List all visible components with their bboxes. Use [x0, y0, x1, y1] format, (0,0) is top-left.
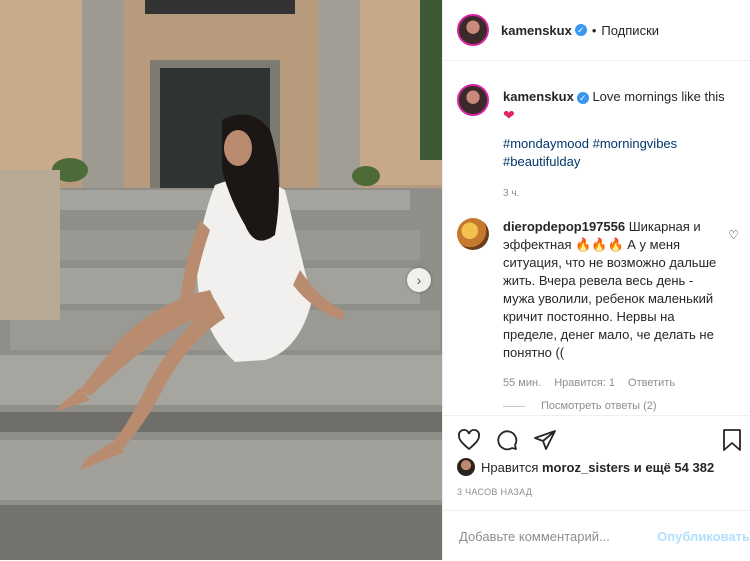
- liker-avatar[interactable]: [457, 458, 475, 476]
- post-header: kamenskux ✓ • Подписки: [443, 0, 750, 61]
- action-bar: [443, 415, 750, 462]
- likes-prefix: Нравится: [481, 459, 539, 475]
- view-replies-label[interactable]: Посмотреть ответы (2): [541, 400, 657, 412]
- photo-illustration: [0, 0, 442, 560]
- verified-badge-icon: ✓: [574, 24, 587, 36]
- view-replies[interactable]: Посмотреть ответы (2): [503, 400, 657, 412]
- liker-username[interactable]: moroz_sisters: [542, 460, 630, 475]
- header-username[interactable]: kamenskux: [501, 23, 572, 38]
- heart-emoji: ❤: [503, 107, 515, 123]
- publish-button[interactable]: Опубликовать: [657, 529, 750, 544]
- comment-time[interactable]: 55 мин.: [503, 377, 541, 389]
- paper-plane-icon[interactable]: [533, 428, 557, 452]
- caption-avatar[interactable]: [457, 84, 489, 116]
- caption-time[interactable]: 3 ч.: [503, 185, 737, 203]
- hashtag-line-2[interactable]: #beautifulday: [503, 154, 580, 169]
- replies-divider: [503, 405, 525, 407]
- separator-dot: •: [591, 22, 597, 38]
- following-button[interactable]: Подписки: [601, 23, 659, 38]
- reply-button[interactable]: Ответить: [628, 377, 675, 389]
- comment-text: Шикарная и эффектная 🔥🔥🔥 А у меня ситуац…: [503, 219, 717, 360]
- hashtag-line-1[interactable]: #mondaymood #morningvibes: [503, 136, 677, 151]
- post-caption: kamenskux ✓ Love mornings like this ❤ #mo…: [457, 84, 737, 203]
- comment-icon[interactable]: [495, 428, 519, 452]
- caption-username[interactable]: kamenskux: [503, 89, 574, 104]
- post-photo[interactable]: ›: [0, 0, 442, 560]
- caption-text: Love mornings like this: [592, 89, 725, 104]
- comment-like-heart-icon[interactable]: ♡: [728, 226, 739, 244]
- post-panel: kamenskux ✓ • Подписки kamenskux ✓ Love m…: [442, 0, 750, 560]
- heart-icon[interactable]: [457, 428, 481, 452]
- bookmark-icon[interactable]: [720, 428, 744, 452]
- comment-avatar[interactable]: [457, 218, 489, 250]
- avatar[interactable]: [457, 14, 489, 46]
- comment-body: dieropdepop197556 Шикарная и эффектная 🔥…: [503, 218, 723, 362]
- likes-summary: Нравится moroz_sisters и ещё 54 382: [457, 458, 714, 476]
- comment-username[interactable]: dieropdepop197556: [503, 219, 625, 234]
- verified-badge-icon: ✓: [576, 91, 589, 104]
- next-photo-button[interactable]: ›: [407, 268, 431, 292]
- posted-time[interactable]: 3 ЧАСОВ НАЗАД: [457, 487, 532, 497]
- chevron-right-icon: ›: [416, 272, 422, 288]
- hashtags: #mondaymood #morningvibes #beautifulday: [503, 135, 737, 171]
- comment: dieropdepop197556 Шикарная и эффектная 🔥…: [457, 218, 739, 392]
- likes-count[interactable]: и ещё 54 382: [634, 460, 714, 475]
- comment-likes[interactable]: Нравится: 1: [554, 377, 615, 389]
- comment-meta: 55 мин. Нравится: 1 Ответить: [503, 374, 737, 392]
- comment-input[interactable]: [457, 527, 650, 545]
- add-comment-bar: Опубликовать: [443, 510, 750, 561]
